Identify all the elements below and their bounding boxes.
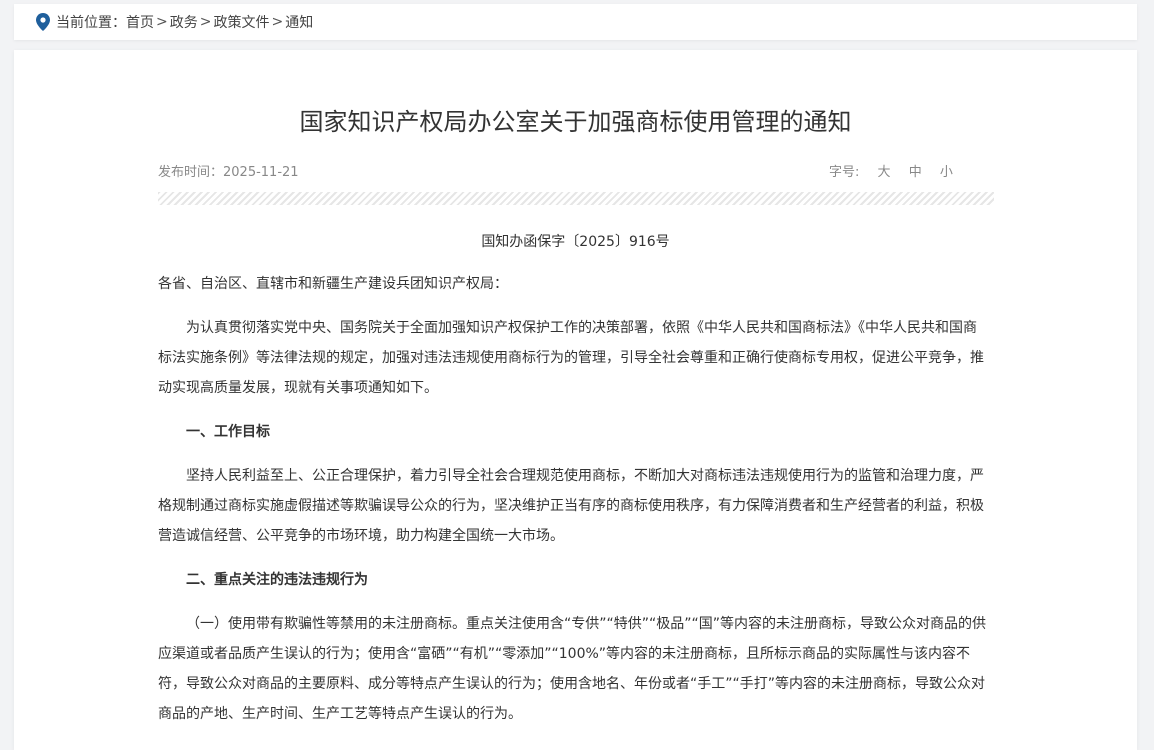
addressee: 各省、自治区、直辖市和新疆生产建设兵团知识产权局： (158, 276, 508, 292)
article-title: 国家知识产权局办公室关于加强商标使用管理的通知 (299, 108, 852, 136)
font-size-medium-button[interactable]: 中 (909, 165, 922, 180)
hatched-divider (158, 192, 994, 205)
font-size-small-button[interactable]: 小 (940, 165, 953, 180)
article-card: 国家知识产权局办公室关于加强商标使用管理的通知 发布时间：2025-11-21 … (14, 50, 1137, 750)
document-number: 国知办函保字〔2025〕916号 (481, 234, 670, 250)
breadcrumb-separator: > (271, 14, 284, 30)
article-body: 各省、自治区、直辖市和新疆生产建设兵团知识产权局： 为认真贯彻落实党中央、国务院… (158, 269, 990, 743)
font-size-control: 字号: 大 中 小 (829, 161, 953, 180)
breadcrumb-notice[interactable]: 通知 (285, 12, 313, 32)
location-pin-icon (36, 13, 50, 31)
breadcrumb-separator: > (156, 14, 168, 30)
intro-paragraph: 为认真贯彻落实党中央、国务院关于全面加强知识产权保护工作的决策部署，依照《中华人… (158, 320, 984, 396)
breadcrumb-prefix: 当前位置： (56, 15, 126, 31)
section-paragraph-1: 坚持人民利益至上、公正合理保护，着力引导全社会合理规范使用商标，不断加大对商标违… (158, 468, 984, 544)
breadcrumb-bar: 当前位置： 首页 > 政务 > 政策文件 > 通知 (14, 4, 1137, 40)
breadcrumb-affairs[interactable]: 政务 (170, 12, 198, 32)
breadcrumb-policy-docs[interactable]: 政策文件 (213, 12, 269, 32)
breadcrumb: 当前位置： 首页 > 政务 > 政策文件 > 通知 (56, 12, 313, 32)
font-size-large-button[interactable]: 大 (878, 165, 891, 180)
font-size-label: 字号: (829, 165, 860, 180)
breadcrumb-home[interactable]: 首页 (126, 12, 154, 32)
section-heading-1: 一、工作目标 (186, 424, 270, 440)
publish-date: 发布时间：2025-11-21 (158, 165, 299, 180)
breadcrumb-separator: > (199, 14, 212, 30)
section-paragraph-2: （一）使用带有欺骗性等禁用的未注册商标。重点关注使用含“专供”“特供”“极品”“… (158, 616, 987, 722)
section-heading-2: 二、重点关注的违法违规行为 (186, 572, 368, 588)
